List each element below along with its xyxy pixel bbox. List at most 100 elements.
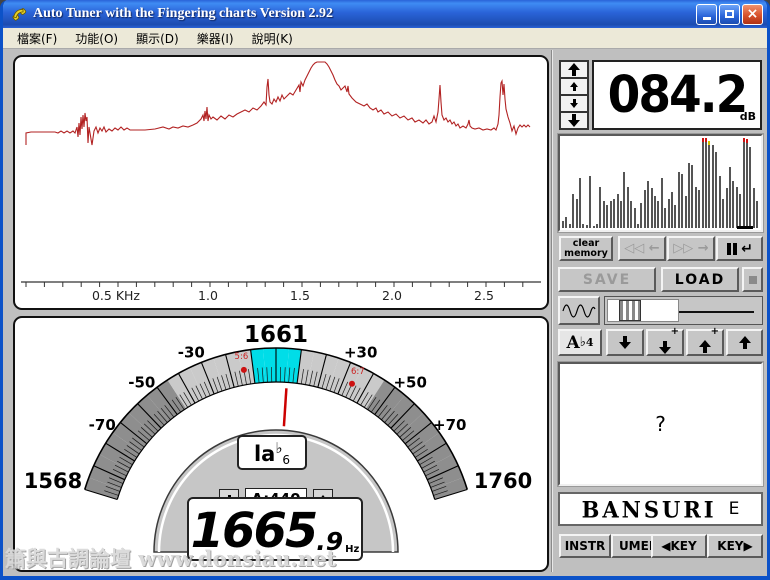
gauge-target-frequency: 1661 — [244, 322, 308, 348]
meter-position-marker — [737, 226, 753, 229]
meter-bar — [633, 208, 636, 228]
meter-bar — [592, 226, 595, 228]
note-down-button[interactable] — [606, 329, 644, 356]
arrow-up-icon — [738, 336, 751, 349]
meter-bar — [694, 186, 697, 228]
meter-bar — [636, 223, 639, 228]
note-display: la♭6 — [237, 435, 307, 470]
arrow-up-icon — [570, 82, 578, 91]
rewind-icon: ◁◁ ← — [624, 241, 660, 256]
frequency-unit: Hz — [345, 544, 360, 555]
meter-bar — [626, 186, 629, 228]
meter-bar — [677, 172, 680, 228]
stop-button[interactable] — [742, 267, 763, 292]
window-controls: × — [696, 3, 763, 25]
menu-bar: 檔案(F) 功能(O) 顯示(D) 樂器(I) 說明(K) — [3, 28, 767, 49]
meter-bar — [579, 177, 582, 228]
meter-bar — [718, 175, 721, 228]
db-up-fast-button[interactable] — [560, 61, 588, 78]
pause-icon — [727, 242, 732, 255]
rewind-button[interactable]: ◁◁ ← — [618, 236, 666, 261]
meter-bar — [722, 199, 725, 228]
instrument-name: BANSURI — [581, 495, 717, 523]
meter-bar — [674, 204, 677, 228]
meter-bar — [739, 193, 742, 228]
maximize-button[interactable] — [719, 3, 740, 25]
menu-file[interactable]: 檔案(F) — [9, 28, 65, 49]
gauge-cents-label: +70 — [433, 416, 466, 434]
meter-bar — [728, 166, 731, 228]
meter-bars — [562, 138, 759, 228]
level-value: 084.2 — [607, 65, 749, 125]
meter-bar — [562, 220, 564, 228]
note-up-fine-button[interactable]: + — [686, 326, 724, 356]
level-history-meter — [558, 134, 763, 232]
slider-trough — [607, 299, 679, 322]
meter-bar — [585, 225, 588, 228]
menu-function[interactable]: 功能(O) — [67, 28, 126, 49]
gauge-cents-label: -50 — [128, 374, 155, 392]
note-syllable: la — [253, 441, 276, 466]
load-button[interactable]: LOAD — [661, 267, 739, 292]
waveform-button[interactable] — [558, 296, 600, 325]
save-button[interactable]: SAVE — [558, 267, 656, 292]
tone-octave: 4 — [585, 336, 594, 349]
db-down-button[interactable] — [560, 95, 588, 112]
interval-ratio-label: 6:7 — [351, 367, 365, 377]
sine-wave-icon — [562, 303, 596, 318]
meter-bar — [565, 217, 568, 228]
meter-bar — [756, 201, 759, 228]
close-button[interactable]: × — [742, 3, 763, 25]
meter-bar — [664, 208, 667, 228]
fingering-chart-panel: ? — [558, 362, 763, 486]
db-stepper — [559, 60, 589, 130]
position-slider[interactable] — [604, 296, 763, 325]
meter-bar — [671, 192, 673, 228]
arrow-down-icon — [619, 336, 631, 349]
app-phone-icon — [12, 8, 27, 21]
db-down-fast-button[interactable] — [560, 112, 588, 129]
meter-bar — [650, 188, 653, 228]
meter-bar — [582, 224, 585, 228]
tone-note-button[interactable]: A ♭ 4 — [558, 329, 602, 356]
panel-divider — [551, 50, 553, 572]
stop-icon — [748, 275, 757, 284]
tuning-gauge-panel: -30 -50 -70 +30 +50 +70 5:6 6:7 1661 1568 1760 … — [13, 316, 549, 572]
meter-bar — [711, 145, 714, 228]
fast-forward-button[interactable]: ▷▷ → — [667, 236, 715, 261]
app-window: Auto Tuner with the Fingering charts Ver… — [0, 0, 770, 580]
arrow-up-icon — [568, 63, 580, 76]
instrument-display: BANSURI E — [558, 492, 763, 526]
meter-bar — [752, 187, 755, 228]
note-up-button[interactable] — [726, 329, 763, 356]
menu-display[interactable]: 顯示(D) — [128, 28, 187, 49]
menu-instrument[interactable]: 樂器(I) — [189, 28, 242, 49]
pause-button[interactable]: ↵ — [716, 236, 763, 261]
x-label-2.0: 2.0 — [382, 288, 402, 303]
meter-bar — [575, 199, 578, 228]
x-label-1.0: 1.0 — [198, 288, 218, 303]
instrument-key: E — [728, 499, 740, 519]
meter-bar — [606, 204, 609, 228]
meter-bar — [572, 193, 575, 228]
meter-bar — [596, 224, 599, 228]
title-bar[interactable]: Auto Tuner with the Fingering charts Ver… — [3, 0, 767, 28]
clear-memory-label-top: clear — [572, 237, 600, 249]
slider-thumb[interactable] — [619, 300, 641, 321]
meter-bar — [691, 165, 694, 228]
meter-bar — [643, 190, 646, 228]
meter-bar — [630, 201, 633, 228]
meter-bar — [745, 138, 748, 228]
key-next-button[interactable]: KEY▶ — [707, 534, 763, 558]
db-up-button[interactable] — [560, 78, 588, 95]
instrument-prev-button[interactable]: INSTR — [559, 534, 611, 558]
meter-bar — [715, 152, 718, 228]
clear-memory-button[interactable]: clear memory — [559, 236, 613, 261]
gauge-cents-label: -30 — [178, 344, 205, 362]
minimize-button[interactable] — [696, 3, 717, 25]
key-prev-button[interactable]: ◀KEY — [651, 534, 707, 558]
meter-bar — [681, 174, 684, 228]
menu-help[interactable]: 說明(K) — [244, 28, 301, 49]
gauge-cents-label: -70 — [89, 416, 116, 434]
note-down-fine-button[interactable]: + — [646, 326, 684, 356]
